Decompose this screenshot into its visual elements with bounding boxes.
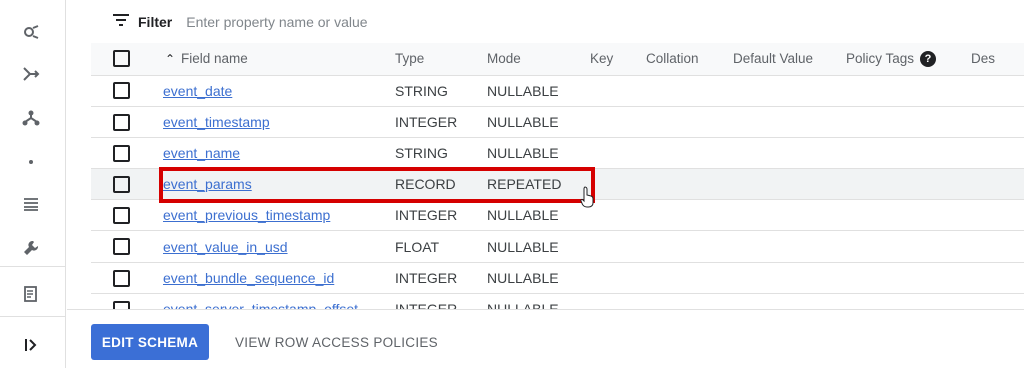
field-type: FLOAT [395,230,487,263]
row-checkbox[interactable] [113,176,130,194]
view-row-access-policies-button[interactable]: VIEW ROW ACCESS POLICIES [227,324,446,360]
table-row: event_name STRING NULLABLE [91,137,1024,170]
col-type: Type [395,43,487,76]
row-checkbox[interactable] [113,113,130,131]
field-name-link[interactable]: event_bundle_sequence_id [163,270,334,286]
field-name-link[interactable]: event_previous_timestamp [163,207,330,223]
field-type: RECORD [395,168,487,201]
col-policy-tags-label: Policy Tags [846,50,915,66]
field-name-link[interactable]: event_date [163,83,232,99]
filter-bar: Filter [112,8,487,36]
filter-label[interactable]: Filter [138,14,172,30]
help-icon[interactable]: ? [920,50,937,67]
select-all-checkbox[interactable] [113,50,130,68]
row-checkbox[interactable] [113,82,130,100]
col-key: Key [590,43,646,76]
hand-cursor-icon [580,186,594,208]
field-name-link[interactable]: event_timestamp [163,114,270,130]
filter-icon[interactable] [112,13,130,32]
field-mode: NULLABLE [487,262,590,294]
table-row-expandable: event_params RECORD REPEATED [91,168,1024,201]
field-type: INTEGER [395,262,487,294]
field-mode: NULLABLE [487,75,590,107]
dot-icon[interactable] [19,150,43,174]
select-all-cell [91,43,163,76]
field-mode: NULLABLE [487,106,590,138]
field-name-link[interactable]: event_name [163,145,240,161]
edit-schema-button[interactable]: EDIT SCHEMA [91,324,209,360]
col-default-value: Default Value [733,43,846,76]
table-row: event_date STRING NULLABLE [91,75,1024,107]
row-checkbox[interactable] [113,207,130,225]
col-description: Des [971,43,1024,76]
field-type: INTEGER [395,199,487,232]
field-name-link[interactable]: event_params [163,176,252,192]
field-type: INTEGER [395,106,487,138]
list-icon[interactable] [19,192,43,216]
field-type: STRING [395,75,487,107]
filter-input[interactable] [186,14,487,30]
table-row: event_timestamp INTEGER NULLABLE [91,106,1024,138]
table-row: event_previous_timestamp INTEGER NULLABL… [91,199,1024,232]
row-checkbox[interactable] [113,144,130,162]
field-mode: NULLABLE [487,230,590,263]
schema-panel: Filter ⌃ Field name Type Mode Key Collati… [67,0,1024,368]
field-type: STRING [395,137,487,170]
sort-icon[interactable]: ⌃ [163,52,177,66]
table-row: event_value_in_usd FLOAT NULLABLE [91,230,1024,263]
col-mode: Mode [487,43,590,76]
row-checkbox[interactable] [113,269,130,287]
pipeline-icon[interactable] [19,62,43,86]
hierarchy-icon[interactable] [19,106,43,130]
col-field-name-label: Field name [181,51,248,67]
col-field-name[interactable]: ⌃ Field name [163,43,395,76]
schema-table: ⌃ Field name Type Mode Key Collation Defa… [91,43,1024,326]
table-header-row: ⌃ Field name Type Mode Key Collation Defa… [91,43,1024,76]
notes-icon[interactable] [19,282,43,306]
explore-icon[interactable] [19,20,43,44]
field-name-link[interactable]: event_value_in_usd [163,239,288,255]
col-collation: Collation [646,43,733,76]
wrench-icon[interactable] [19,236,43,260]
action-bar [67,309,1024,368]
field-mode: REPEATED [487,168,590,201]
field-mode: NULLABLE [487,199,590,232]
row-checkbox[interactable] [113,238,130,256]
expand-panel-icon[interactable] [19,333,43,357]
field-mode: NULLABLE [487,137,590,170]
col-policy-tags: Policy Tags? [846,43,971,76]
left-nav-rail [0,0,66,368]
table-row: event_bundle_sequence_id INTEGER NULLABL… [91,262,1024,294]
